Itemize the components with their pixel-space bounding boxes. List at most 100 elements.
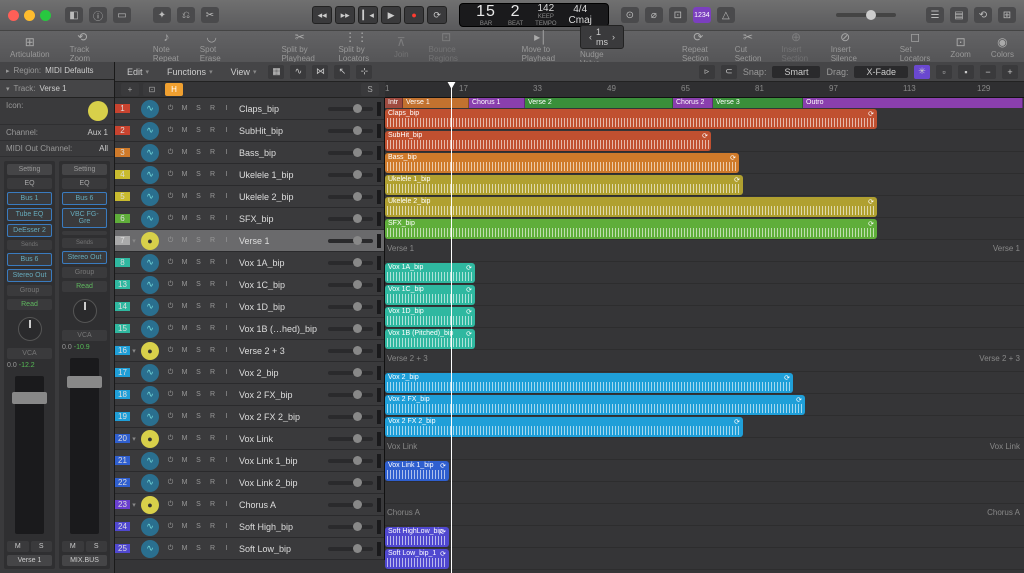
input-monitor[interactable]: I <box>220 168 233 181</box>
solo-button[interactable]: S <box>192 278 205 291</box>
track-name[interactable]: Bass_bip <box>235 148 324 158</box>
track-row[interactable]: 24∿⏻MSRISoft High_bip <box>115 516 384 538</box>
zoom-window[interactable] <box>40 10 51 21</box>
track-row[interactable]: 14∿⏻MSRIVox 1D_bip <box>115 296 384 318</box>
input-monitor[interactable]: I <box>220 388 233 401</box>
mute-button[interactable]: M <box>178 454 191 467</box>
region-lane[interactable]: Claps_bip⟳ <box>385 108 1024 130</box>
track-row[interactable]: 22∿⏻MSRIVox Link 2_bip <box>115 472 384 494</box>
input-monitor[interactable]: I <box>220 542 233 555</box>
power-button[interactable]: ⏻ <box>164 102 177 115</box>
input-monitor[interactable]: I <box>220 102 233 115</box>
power-button[interactable]: ⏻ <box>164 520 177 533</box>
record-enable[interactable]: R <box>206 146 219 159</box>
solo-button[interactable]: S <box>192 542 205 555</box>
region-lane[interactable]: Verse 1Verse 1 <box>385 240 1024 262</box>
track-row[interactable]: 2∿⏻MSRISubHit_bip <box>115 120 384 142</box>
power-button[interactable]: ⏻ <box>164 256 177 269</box>
power-button[interactable]: ⏻ <box>164 190 177 203</box>
hide-button[interactable]: H <box>165 83 183 96</box>
track-name[interactable]: Vox Link <box>235 434 324 444</box>
track-icon[interactable] <box>88 101 108 121</box>
mute-button[interactable]: M <box>178 410 191 423</box>
track-name[interactable]: Chorus A <box>235 500 324 510</box>
region[interactable]: Vox 1C_bip⟳ <box>385 285 475 305</box>
track-volume-slider[interactable] <box>328 503 373 507</box>
volume-fader[interactable] <box>70 358 99 534</box>
solo-button[interactable]: S <box>192 168 205 181</box>
global-solo-button[interactable]: S <box>361 83 379 96</box>
mute-button[interactable]: M <box>178 102 191 115</box>
tool-split-by-playhead[interactable]: ✂Split by Playhead <box>281 30 318 63</box>
region[interactable]: Ukelele 1_bip⟳ <box>385 175 743 195</box>
track-name[interactable]: Vox 2_bip <box>235 368 324 378</box>
vzoom-out[interactable]: ▫ <box>936 65 952 79</box>
tool-colors[interactable]: ◉Colors <box>991 35 1014 59</box>
mute-button[interactable]: M <box>178 476 191 489</box>
tool-spot-erase[interactable]: ◡Spot Erase <box>200 30 224 63</box>
mute-button[interactable]: M <box>178 256 191 269</box>
record-enable[interactable]: R <box>206 168 219 181</box>
mute-button[interactable]: M <box>178 520 191 533</box>
track-volume-slider[interactable] <box>328 217 373 221</box>
marker-verse-3[interactable]: Verse 3 <box>713 98 803 108</box>
track-row[interactable]: 18∿⏻MSRIVox 2 FX_bip <box>115 384 384 406</box>
tool-articulation[interactable]: ⊞Articulation <box>10 35 50 59</box>
solo-button[interactable]: S <box>192 212 205 225</box>
track-name[interactable]: Soft Low_bip <box>235 544 324 554</box>
track-volume-slider[interactable] <box>328 349 373 353</box>
lcd-display[interactable]: 15BAR 2BEAT 142KEEPTEMPO 4/4Cmaj <box>459 3 609 27</box>
record-enable[interactable]: R <box>206 520 219 533</box>
record-enable[interactable]: R <box>206 102 219 115</box>
hzoom-out[interactable]: − <box>980 65 996 79</box>
stop-go-start-button[interactable]: ▎◂ <box>358 6 378 24</box>
region-lane[interactable]: Vox 1C_bip⟳ <box>385 284 1024 306</box>
marker-chorus-1[interactable]: Chorus 1 <box>469 98 525 108</box>
marker-outro[interactable]: Outro <box>803 98 1023 108</box>
tool-note-repeat[interactable]: ♪Note Repeat <box>153 30 180 63</box>
input-monitor[interactable]: I <box>220 520 233 533</box>
metronome-button[interactable]: 1234 <box>693 7 711 23</box>
solo-button[interactable]: S <box>192 388 205 401</box>
track-row[interactable]: 8∿⏻MSRIVox 1A_bip <box>115 252 384 274</box>
track-name[interactable]: Vox 2 FX_bip <box>235 390 324 400</box>
snap-value[interactable]: Smart <box>772 66 820 78</box>
input-monitor[interactable]: I <box>220 322 233 335</box>
solo-button[interactable]: S <box>192 344 205 357</box>
record-enable[interactable]: R <box>206 234 219 247</box>
record-enable[interactable]: R <box>206 322 219 335</box>
mute-button[interactable]: M <box>178 234 191 247</box>
region-lane[interactable]: Soft Low_bip_1⟳ <box>385 548 1024 570</box>
track-name[interactable]: Vox Link 1_bip <box>235 456 324 466</box>
region-lane[interactable]: Vox 2 FX_bip⟳ <box>385 394 1024 416</box>
input-monitor[interactable]: I <box>220 146 233 159</box>
mixer-toggle[interactable]: ✂ <box>201 7 219 23</box>
tool-track-zoom[interactable]: ⟲Track Zoom <box>70 30 95 63</box>
track-volume-slider[interactable] <box>328 151 373 155</box>
mute-button[interactable]: M <box>178 146 191 159</box>
link-icon[interactable]: ⊂ <box>721 65 737 79</box>
track-name[interactable]: Vox 2 FX 2_bip <box>235 412 324 422</box>
track-name[interactable]: SFX_bip <box>235 214 324 224</box>
region-lane[interactable]: Vox LinkVox Link <box>385 438 1024 460</box>
count-in-button[interactable]: ⊡ <box>669 7 687 23</box>
power-button[interactable]: ⏻ <box>164 410 177 423</box>
tool-cut-section[interactable]: ✂Cut Section <box>735 30 762 63</box>
record-enable[interactable]: R <box>206 278 219 291</box>
toolbar-toggle[interactable]: ✦ <box>153 7 171 23</box>
ruler[interactable]: 1173349658197113129 <box>385 82 1024 98</box>
region-lane[interactable]: SFX_bip⟳ <box>385 218 1024 240</box>
solo-button[interactable]: S <box>192 366 205 379</box>
track-row[interactable]: 5∿⏻MSRIUkelele 2_bip <box>115 186 384 208</box>
pan-knob[interactable] <box>73 299 97 323</box>
region[interactable]: Vox 2 FX_bip⟳ <box>385 395 805 415</box>
track-name[interactable]: Vox 1B (…hed)_bip <box>235 324 324 334</box>
track-volume-slider[interactable] <box>328 415 373 419</box>
track-volume-slider[interactable] <box>328 129 373 133</box>
marker-verse-1[interactable]: Verse 1 <box>403 98 469 108</box>
power-button[interactable]: ⏻ <box>164 388 177 401</box>
master-volume-slider[interactable] <box>836 13 896 17</box>
input-monitor[interactable]: I <box>220 212 233 225</box>
edit-menu[interactable]: Edit <box>121 65 155 79</box>
track-row[interactable]: 1∿⏻MSRIClaps_bip <box>115 98 384 120</box>
